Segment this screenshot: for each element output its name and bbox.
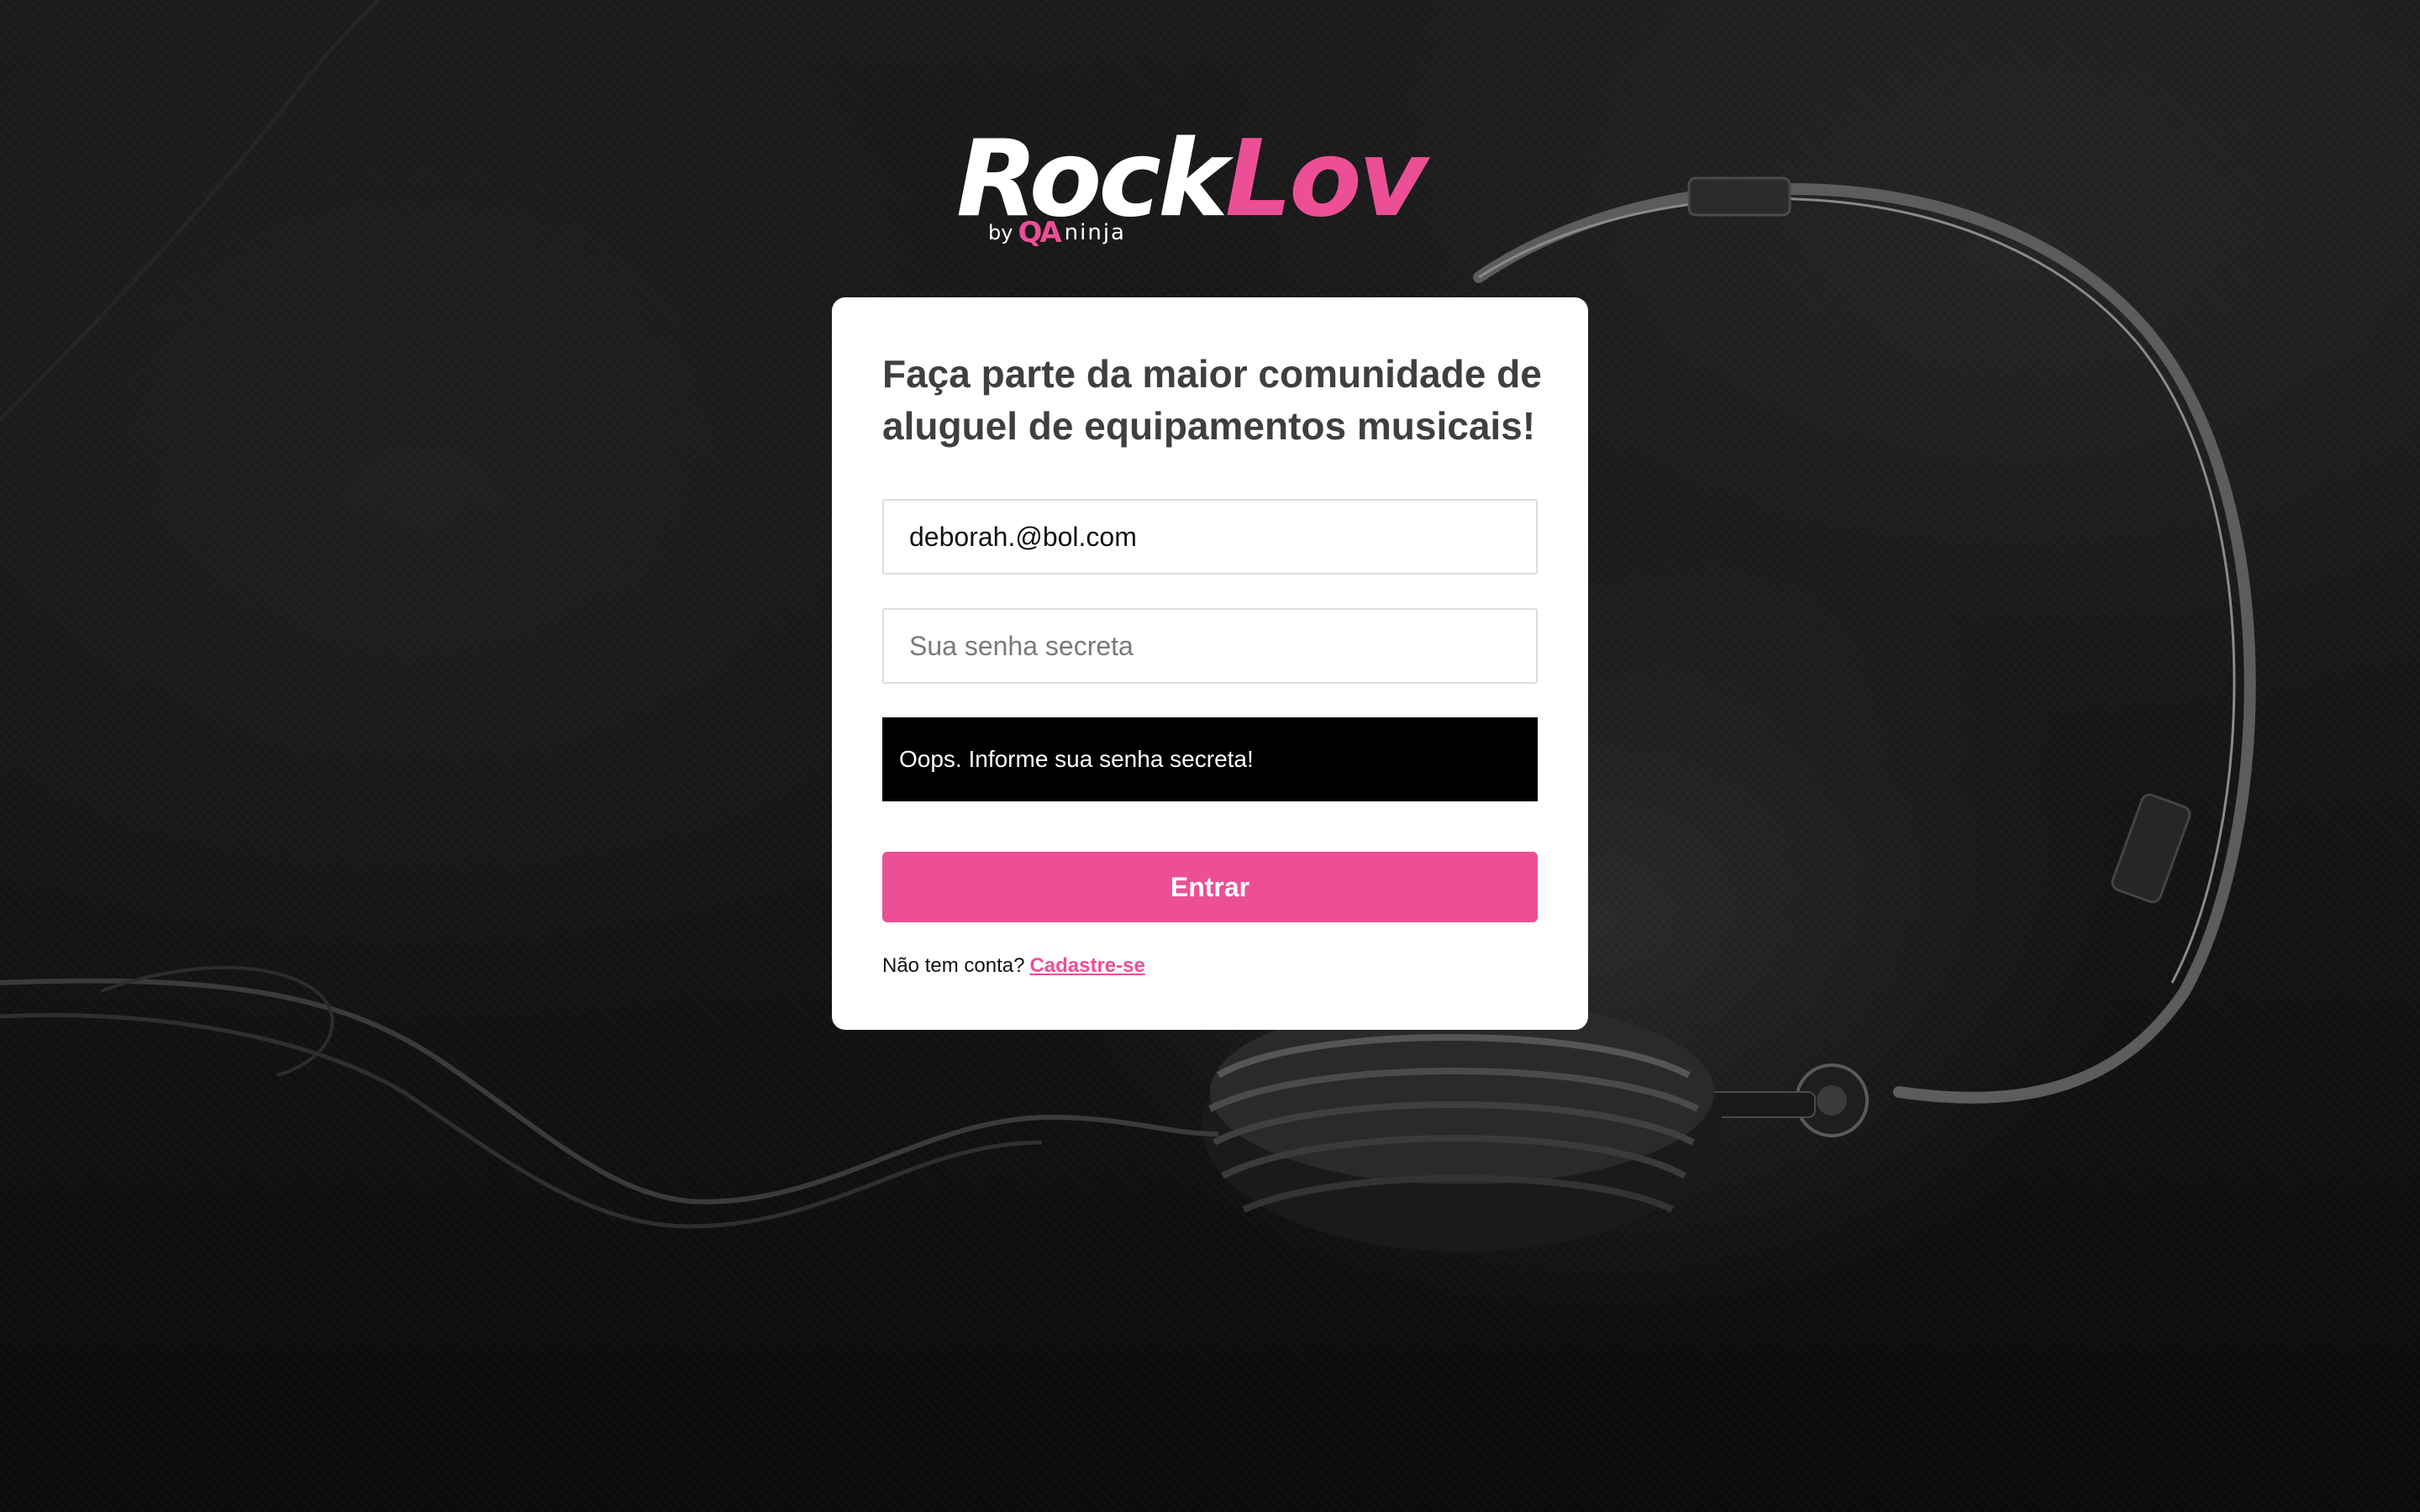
- signup-prompt-text: Não tem conta?: [882, 954, 1025, 977]
- logo-qa-mark: QA: [1018, 216, 1061, 249]
- login-card: Faça parte da maior comunidade de alugue…: [832, 297, 1588, 1030]
- error-alert-message: Oops. Informe sua senha secreta!: [899, 746, 1254, 772]
- rocklov-logo: RockLov by QA ninja: [956, 126, 1460, 252]
- signup-link[interactable]: Cadastre-se: [1029, 954, 1144, 977]
- logo-byline: by QA ninja: [988, 218, 1126, 247]
- email-field[interactable]: [882, 499, 1538, 575]
- signup-prompt: Não tem conta? Cadastre-se: [882, 954, 1145, 978]
- logo-lov-text: Lov: [1224, 117, 1428, 240]
- logo-ninja-text: ninja: [1064, 220, 1126, 245]
- error-alert: Oops. Informe sua senha secreta!: [882, 717, 1538, 801]
- password-field[interactable]: [882, 608, 1538, 684]
- qa-ninja-icon: QA: [1018, 216, 1061, 249]
- logo-by-text: by: [988, 221, 1013, 244]
- login-button[interactable]: Entrar: [882, 852, 1538, 922]
- page-title: Faça parte da maior comunidade de alugue…: [882, 352, 1542, 448]
